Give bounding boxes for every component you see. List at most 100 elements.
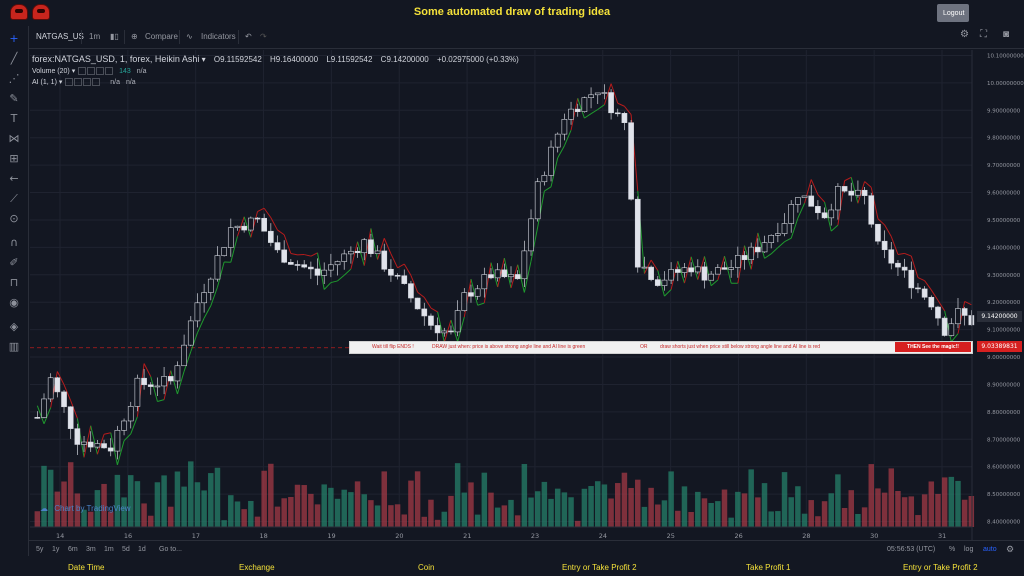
candle-body — [761, 242, 768, 253]
snapshot-icon[interactable]: ◙ — [1003, 29, 1009, 40]
price-tick-label: 8.60000000 — [987, 465, 1021, 471]
timeframe-3m[interactable]: 3m — [86, 546, 96, 553]
candle-body — [294, 264, 301, 266]
timeframe-5d[interactable]: 5d — [122, 546, 130, 553]
volume-bar — [761, 483, 768, 527]
candle-body — [361, 239, 368, 254]
candle-body — [768, 235, 775, 243]
chart-type-icon[interactable]: ▮▯ — [110, 32, 119, 41]
volume-bar — [661, 500, 668, 527]
magnet-icon[interactable]: ∩ — [7, 236, 21, 250]
lock-icon[interactable]: ⊓ — [7, 276, 21, 290]
candle-body — [254, 217, 261, 220]
ruler-icon[interactable]: ⟋ — [7, 192, 21, 206]
zoom-icon[interactable]: ⊙ — [7, 212, 21, 226]
chevron-down-icon[interactable]: ▾ — [72, 68, 76, 75]
logout-button[interactable]: Logout — [937, 4, 969, 22]
volume-bar — [348, 492, 354, 527]
strategy-annotation[interactable]: Wait till flip ENDS ! DRAW just when: pr… — [349, 341, 973, 354]
compare-icon[interactable]: ⊕ — [131, 32, 138, 41]
timeframe-1y[interactable]: 1y — [52, 546, 59, 553]
goto-button[interactable]: Go to... — [159, 546, 182, 553]
fullscreen-icon[interactable]: ⛶ — [980, 29, 987, 40]
ai-line-segment — [417, 291, 425, 298]
ai-line-segment — [764, 253, 772, 259]
utc-clock[interactable]: 05:56:53 (UTC) — [887, 546, 935, 553]
price-tick-label: 9.80000000 — [987, 136, 1021, 142]
indicators-icon[interactable]: ∿ — [186, 32, 193, 41]
volume-bar — [648, 487, 654, 527]
ai-study-label[interactable]: AI (1, 1) — [32, 79, 57, 86]
trendline-icon[interactable]: ╱ — [7, 52, 21, 66]
eye-icon[interactable]: ◉ — [7, 296, 21, 310]
watermark-text: Chart by TradingView — [54, 504, 131, 513]
log-toggle[interactable]: log — [964, 546, 973, 553]
volume-bar — [875, 488, 881, 527]
volume-bar — [735, 491, 741, 527]
ai-line-segment — [350, 241, 359, 270]
percent-toggle[interactable]: % — [949, 546, 955, 553]
volume-bar — [835, 474, 841, 527]
volume-bar — [621, 472, 628, 527]
pattern-icon[interactable]: ⋈ — [7, 132, 21, 146]
undo-icon[interactable]: ↶ — [245, 32, 252, 41]
interval-selector[interactable]: 1m — [89, 32, 100, 41]
candle-body — [581, 97, 588, 112]
layers-icon[interactable]: ◈ — [7, 320, 21, 334]
settings-icon[interactable] — [87, 67, 96, 76]
symbol-search[interactable]: NATGAS_US — [36, 32, 84, 41]
eye-icon[interactable] — [78, 67, 87, 76]
ai-line-segment — [884, 224, 892, 237]
volume-bar — [334, 498, 341, 527]
settings-icon[interactable]: ⚙ — [960, 29, 969, 40]
candle-body — [207, 278, 214, 293]
volume-bar — [168, 506, 174, 527]
settings-icon[interactable]: ⚙ — [1006, 544, 1014, 555]
candle-body — [648, 266, 654, 280]
candle-body — [174, 365, 181, 382]
candle-body — [87, 441, 94, 448]
timeframe-1m[interactable]: 1m — [104, 546, 114, 553]
volume-bar — [928, 481, 935, 527]
auto-toggle[interactable]: auto — [983, 546, 997, 553]
price-chart[interactable]: 8.40000000 8.50000000 8.60000000 8.70000000… — [0, 0, 1024, 576]
footer-date-time: Date Time — [68, 563, 105, 572]
prediction-icon[interactable]: ⊞ — [7, 152, 21, 166]
candle-body — [101, 443, 107, 449]
close-icon[interactable] — [96, 67, 105, 76]
candle-body — [194, 302, 201, 322]
volume-bar — [574, 520, 581, 527]
more-icon[interactable] — [105, 67, 114, 76]
eye-icon[interactable] — [65, 78, 74, 87]
back-arrow-icon[interactable]: ← — [7, 172, 21, 186]
crosshair-icon[interactable]: + — [7, 32, 21, 46]
volume-bar — [414, 471, 421, 527]
candle-body — [594, 92, 601, 96]
candle-body — [441, 330, 448, 334]
brush-icon[interactable]: ✎ — [7, 92, 21, 106]
time-tick-label: 18 — [260, 532, 268, 540]
volume-bar — [715, 501, 721, 527]
chevron-down-icon[interactable]: ▾ — [59, 79, 63, 86]
indicators-button[interactable]: Indicators — [201, 32, 236, 41]
candle-body — [808, 195, 815, 207]
fib-icon[interactable]: ⋰ — [7, 72, 21, 86]
timeframe-6m[interactable]: 6m — [68, 546, 78, 553]
lock-drawing-icon[interactable]: ✐ — [7, 256, 21, 270]
ohlc-change: +0.02975000 (+0.33%) — [436, 55, 519, 64]
timeframe-1d[interactable]: 1d — [138, 546, 146, 553]
compare-button[interactable]: Compare — [145, 32, 178, 41]
volume-bar — [628, 487, 634, 527]
redo-icon[interactable]: ↷ — [260, 32, 267, 41]
chevron-down-icon[interactable]: ▾ — [202, 55, 206, 64]
close-icon[interactable] — [83, 78, 92, 87]
volume-bar — [468, 482, 474, 527]
volume-bar — [354, 481, 361, 527]
volume-study-label[interactable]: Volume (20) — [32, 68, 70, 75]
trash-icon[interactable]: ▥ — [7, 340, 21, 354]
tradingview-watermark[interactable]: ☁ Chart by TradingView — [40, 504, 131, 513]
text-icon[interactable]: T — [7, 112, 21, 126]
more-icon[interactable] — [92, 78, 101, 87]
settings-icon[interactable] — [74, 78, 83, 87]
timeframe-5y[interactable]: 5y — [36, 546, 43, 553]
